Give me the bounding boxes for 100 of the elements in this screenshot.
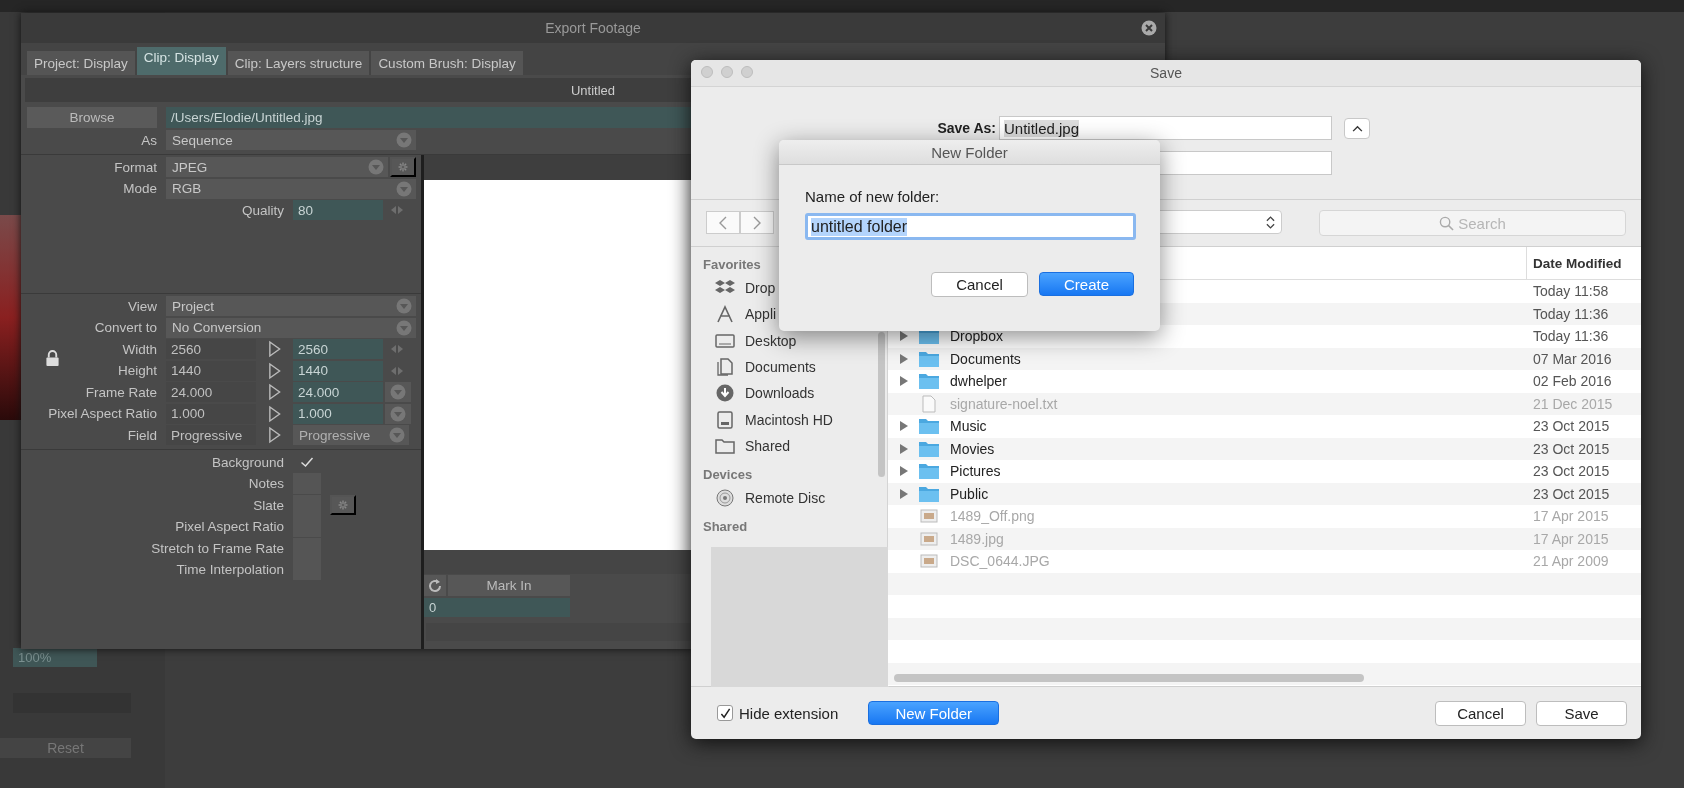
download-icon (715, 384, 735, 403)
disclosure-triangle-icon[interactable] (900, 466, 908, 477)
date-cell-text: 23 Oct 2015 (1533, 440, 1611, 457)
file-name[interactable]: Movies (950, 440, 995, 457)
field-label: As (140, 132, 158, 148)
dropdown-button[interactable] (385, 382, 411, 402)
date-cell-text: Today 11:58 (1533, 283, 1610, 300)
option-label: Slate (252, 497, 285, 513)
settings-button[interactable] (390, 157, 416, 177)
window-control-icon[interactable] (701, 66, 713, 78)
left-right-arrows-icon[interactable] (390, 205, 404, 215)
sidebar-header: Favorites (702, 256, 762, 274)
create-button[interactable]: Create (1039, 272, 1134, 296)
refresh-button[interactable] (424, 575, 446, 596)
number-field[interactable]: 1.000 (293, 403, 383, 424)
disclosure-triangle-icon[interactable] (900, 488, 908, 499)
tab[interactable]: Custom Brush: Display (371, 51, 523, 75)
file-name[interactable]: dwhelper (950, 373, 1007, 390)
cancel-button[interactable]: Cancel (931, 272, 1028, 297)
close-icon[interactable] (1141, 20, 1157, 36)
disclosure-triangle-icon[interactable] (900, 331, 908, 342)
scrollbar[interactable] (894, 674, 1364, 682)
sheet-title: New Folder (931, 143, 1008, 161)
disclosure-triangle-icon[interactable] (900, 421, 908, 432)
chevron-right-icon (753, 215, 761, 230)
sidebar-item[interactable]: Shared (745, 437, 791, 454)
mark-in-field[interactable]: 0 (424, 598, 570, 617)
window-control-icon[interactable] (741, 66, 753, 78)
filename-field[interactable]: Untitled.jpg (999, 116, 1332, 140)
cancel-button[interactable]: Cancel (1435, 700, 1526, 726)
window-control-icon[interactable] (721, 66, 733, 78)
image-file-icon (918, 552, 940, 571)
dropdown[interactable]: Sequence (166, 130, 416, 150)
back-button[interactable] (706, 211, 740, 234)
sidebar-item[interactable]: Macintosh HD (745, 411, 833, 428)
folder-name-field[interactable]: untitled folder (805, 213, 1136, 240)
dropdown[interactable]: RGB (166, 178, 416, 199)
disclosure-triangle-icon[interactable] (900, 376, 908, 387)
folder-icon (918, 462, 940, 481)
date-cell-text: 23 Oct 2015 (1533, 418, 1611, 435)
number-field[interactable]: 1440 (293, 360, 383, 381)
mark-in-button[interactable]: Mark In (448, 575, 570, 596)
field-label: Frame Rate (84, 384, 158, 400)
collapse-button[interactable] (1344, 118, 1370, 139)
file-name[interactable]: Public (950, 485, 989, 502)
checkbox[interactable] (717, 705, 733, 721)
folder-icon (715, 436, 735, 455)
left-right-arrows-icon[interactable] (390, 344, 404, 354)
sidebar-item[interactable]: Appli (745, 306, 777, 323)
settings-button[interactable] (330, 495, 356, 515)
lock-icon[interactable] (45, 350, 60, 367)
file-name[interactable]: Music (950, 418, 987, 435)
tab[interactable]: Project: Display (27, 51, 135, 75)
disclosure-triangle-icon[interactable] (900, 353, 908, 364)
scrollbar[interactable] (878, 332, 885, 477)
chevron-left-icon (719, 215, 727, 230)
sidebar-item[interactable]: Desktop (745, 332, 797, 349)
left-right-arrows-icon[interactable] (390, 365, 404, 376)
browse-button[interactable]: Browse (27, 107, 157, 128)
sidebar-item[interactable]: Downloads (745, 385, 815, 402)
new-folder-button[interactable]: New Folder (868, 701, 1000, 725)
option-label: Time Interpolation (175, 562, 285, 577)
dropdown[interactable]: Progressive (293, 425, 409, 445)
folder-icon (918, 417, 940, 436)
dropdown-icon (390, 384, 406, 400)
file-name[interactable]: Dropbox (950, 328, 1003, 345)
monitor-icon (715, 331, 735, 350)
value-field: 1440 (166, 360, 256, 381)
sidebar-item[interactable]: Remote Disc (745, 490, 826, 507)
date-cell-text: 23 Oct 2015 (1533, 463, 1611, 480)
date-cell-text: 23 Oct 2015 (1533, 485, 1611, 502)
forward-button[interactable] (740, 211, 774, 234)
dropdown[interactable]: JPEG (166, 157, 388, 177)
sidebar-item[interactable]: Drop (745, 280, 776, 297)
date-cell-text: 17 Apr 2015 (1533, 530, 1610, 547)
tab[interactable]: Clip: Display (136, 47, 226, 75)
search-icon (1439, 215, 1455, 231)
dropdown-icon (396, 180, 412, 197)
dropdown[interactable]: No Conversion (166, 317, 416, 338)
file-name[interactable]: Documents (950, 350, 1021, 367)
number-field[interactable]: 80 (293, 200, 383, 220)
folder-icon (918, 349, 940, 368)
number-field[interactable]: 2560 (293, 339, 383, 359)
date-cell-text: 07 Mar 2016 (1533, 350, 1613, 367)
save-button[interactable]: Save (1536, 700, 1627, 726)
column-header[interactable]: Date Modified (1526, 247, 1641, 279)
file-name[interactable]: Pictures (950, 463, 1001, 480)
disclosure-triangle-icon[interactable] (900, 443, 908, 454)
field-label: Pixel Aspect Ratio (47, 406, 158, 421)
sidebar-item[interactable]: Documents (745, 359, 816, 376)
dropdown-button[interactable] (385, 403, 411, 424)
field-label: Quality (240, 202, 285, 218)
number-field[interactable]: 24.000 (293, 382, 383, 402)
dropdown-icon (396, 298, 412, 314)
dropdown[interactable]: Project (166, 296, 416, 316)
value-field: Progressive (166, 425, 256, 445)
tab[interactable]: Clip: Layers structure (227, 51, 370, 75)
triangle-icon (268, 361, 281, 380)
option-label: Background (210, 454, 285, 470)
refresh-icon (427, 577, 443, 594)
